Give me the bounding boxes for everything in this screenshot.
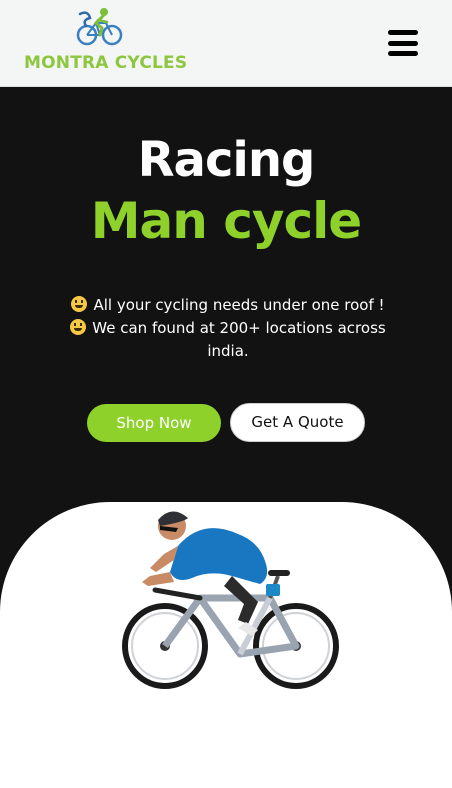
cyclist-logo-icon[interactable] [76, 6, 124, 48]
grinning-face-icon [71, 296, 88, 312]
menu-bar [388, 30, 418, 35]
grinning-face-icon [70, 319, 87, 335]
hero-title: Racing [137, 132, 316, 188]
hero-tagline: All your cycling needs under one roof ! … [50, 294, 406, 363]
racing-cyclist-photo [122, 511, 339, 689]
site-header: MONTRA CYCLES [0, 0, 452, 87]
tagline-text-2: We can found at 200+ locations across in… [92, 319, 386, 360]
tagline-text-1: All your cycling needs under one roof ! [93, 296, 385, 314]
tagline-row: We can found at 200+ locations across in… [50, 317, 406, 363]
menu-bar [388, 51, 418, 56]
shop-now-button[interactable]: Shop Now [87, 404, 221, 442]
brand-name[interactable]: MONTRA CYCLES [24, 53, 187, 73]
get-a-quote-button[interactable]: Get A Quote [230, 403, 365, 442]
menu-bar [388, 40, 418, 46]
hamburger-menu-icon[interactable] [388, 30, 418, 56]
hero-subtitle: Man cycle [90, 192, 362, 250]
tagline-row: All your cycling needs under one roof ! [50, 294, 406, 317]
